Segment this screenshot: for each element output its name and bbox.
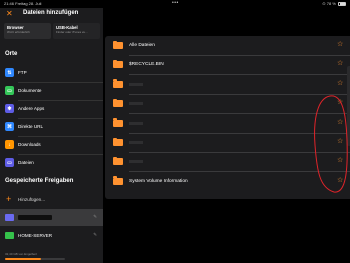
storage-bar bbox=[5, 258, 65, 260]
close-icon[interactable]: ✕ bbox=[6, 9, 13, 19]
file-browser: Alle Dateien ☆ $RECYCLE.BIN ☆ ☆ ☆ ☆ ☆ ☆ … bbox=[103, 8, 350, 263]
download-icon: ↓ bbox=[5, 140, 14, 149]
file-name: System Volume Information bbox=[129, 178, 188, 184]
redacted-file-name bbox=[129, 141, 143, 144]
redacted-file-name bbox=[129, 160, 143, 164]
tab-usb-cable[interactable]: USB-Kabel Finder oder iTunes ve... bbox=[53, 23, 100, 39]
sidebar: ✕ Dateien hinzufügen Browser Wi-Fi erfor… bbox=[0, 8, 103, 263]
star-icon[interactable]: ☆ bbox=[337, 157, 343, 165]
status-indicators: ⊙ 78 % bbox=[322, 1, 346, 6]
file-name: Alle Dateien bbox=[129, 43, 155, 48]
section-freigaben-heading: Gespeicherte Freigaben bbox=[5, 178, 74, 184]
redacted-file-name bbox=[129, 82, 143, 86]
sidebar-item-label: Dokumente bbox=[18, 88, 42, 93]
server-icon bbox=[5, 214, 14, 221]
star-icon[interactable]: ☆ bbox=[337, 99, 343, 107]
star-icon[interactable]: ☆ bbox=[337, 138, 343, 146]
list-item[interactable]: ☆ bbox=[105, 75, 350, 95]
share-label: HOME-SERVER bbox=[18, 233, 53, 238]
sidebar-item-ftp[interactable]: ⇅ FTP bbox=[0, 64, 103, 82]
list-item[interactable]: ☆ bbox=[105, 114, 350, 133]
status-time: 21:46 Freitag 28. Juli bbox=[4, 1, 42, 6]
folder-icon bbox=[113, 79, 123, 88]
link-icon: ⌘ bbox=[5, 122, 14, 131]
add-share-button[interactable]: + Hinzufügen... bbox=[0, 191, 103, 208]
share-item-redacted[interactable]: ✎ bbox=[0, 209, 103, 226]
sidebar-item-label: Direkte URL bbox=[18, 124, 44, 129]
sidebar-header: ✕ Dateien hinzufügen bbox=[0, 8, 103, 22]
list-item[interactable]: System Volume Information ☆ bbox=[105, 172, 350, 191]
tab-browser[interactable]: Browser Wi-Fi erforderlich bbox=[4, 23, 51, 39]
folder-icon bbox=[113, 40, 123, 49]
sidebar-item-dokumente[interactable]: ▭ Dokumente bbox=[0, 82, 103, 100]
sidebar-item-label: FTP bbox=[18, 70, 27, 75]
edit-icon[interactable]: ✎ bbox=[93, 214, 97, 220]
edit-icon[interactable]: ✎ bbox=[93, 232, 97, 238]
tab-browser-subtitle: Wi-Fi erforderlich bbox=[7, 30, 30, 34]
star-icon[interactable]: ☆ bbox=[337, 41, 343, 49]
list-item[interactable]: ☆ bbox=[105, 152, 350, 172]
list-item[interactable]: ☆ bbox=[105, 94, 350, 114]
sidebar-item-label: Andere Apps bbox=[18, 106, 45, 111]
sidebar-title: Dateien hinzufügen bbox=[23, 10, 79, 16]
multitasking-dots-icon[interactable]: ••• bbox=[172, 0, 179, 6]
status-bar: 21:46 Freitag 28. Juli ••• ⊙ 78 % bbox=[0, 0, 350, 8]
sidebar-item-downloads[interactable]: ↓ Downloads bbox=[0, 136, 103, 154]
other-apps-icon: ✱ bbox=[5, 104, 14, 113]
battery-icon bbox=[338, 1, 346, 6]
files-icon: ▭ bbox=[5, 158, 14, 167]
folder-icon bbox=[113, 156, 123, 166]
plus-icon: + bbox=[6, 194, 12, 204]
folder-icon bbox=[113, 98, 123, 108]
share-item-home-server[interactable]: HOME-SERVER ✎ bbox=[0, 227, 103, 244]
add-share-label: Hinzufügen... bbox=[18, 197, 46, 202]
storage-bar-fill bbox=[5, 258, 41, 260]
sidebar-item-andere-apps[interactable]: ✱ Andere Apps bbox=[0, 100, 103, 118]
storage-indicator: 32,40 GB von Engelbert bbox=[5, 252, 99, 260]
star-icon[interactable]: ☆ bbox=[337, 119, 343, 127]
server-icon bbox=[5, 232, 14, 239]
list-item[interactable]: $RECYCLE.BIN ☆ bbox=[105, 55, 350, 75]
star-icon[interactable]: ☆ bbox=[337, 177, 343, 185]
folder-icon bbox=[113, 137, 123, 146]
sidebar-item-label: Dateien bbox=[18, 160, 34, 165]
sidebar-item-label: Downloads bbox=[18, 142, 41, 147]
redacted-share-name bbox=[18, 215, 52, 220]
sidebar-item-direkte-url[interactable]: ⌘ Direkte URL bbox=[0, 118, 103, 136]
section-orte-heading: Orte bbox=[5, 51, 18, 57]
file-name: $RECYCLE.BIN bbox=[129, 62, 164, 68]
redacted-file-name bbox=[129, 102, 143, 106]
folder-icon bbox=[113, 59, 123, 69]
list-item[interactable]: Alle Dateien ☆ bbox=[105, 36, 350, 56]
folder-icon bbox=[113, 118, 123, 127]
documents-icon: ▭ bbox=[5, 86, 14, 95]
battery-level: ⊙ 78 % bbox=[322, 1, 336, 6]
sidebar-item-dateien[interactable]: ▭ Dateien bbox=[0, 154, 103, 172]
folder-icon bbox=[113, 176, 123, 185]
transfer-tabs: Browser Wi-Fi erforderlich USB-Kabel Fin… bbox=[4, 23, 100, 39]
tab-usb-subtitle: Finder oder iTunes ve... bbox=[56, 30, 88, 34]
file-list: Alle Dateien ☆ $RECYCLE.BIN ☆ ☆ ☆ ☆ ☆ ☆ … bbox=[105, 36, 350, 199]
star-icon[interactable]: ☆ bbox=[337, 60, 343, 68]
redacted-file-name bbox=[129, 121, 143, 125]
star-icon[interactable]: ☆ bbox=[337, 80, 343, 88]
storage-text: 32,40 GB von Engelbert bbox=[5, 252, 38, 256]
list-item[interactable]: ☆ bbox=[105, 133, 350, 153]
ftp-icon: ⇅ bbox=[5, 68, 14, 77]
